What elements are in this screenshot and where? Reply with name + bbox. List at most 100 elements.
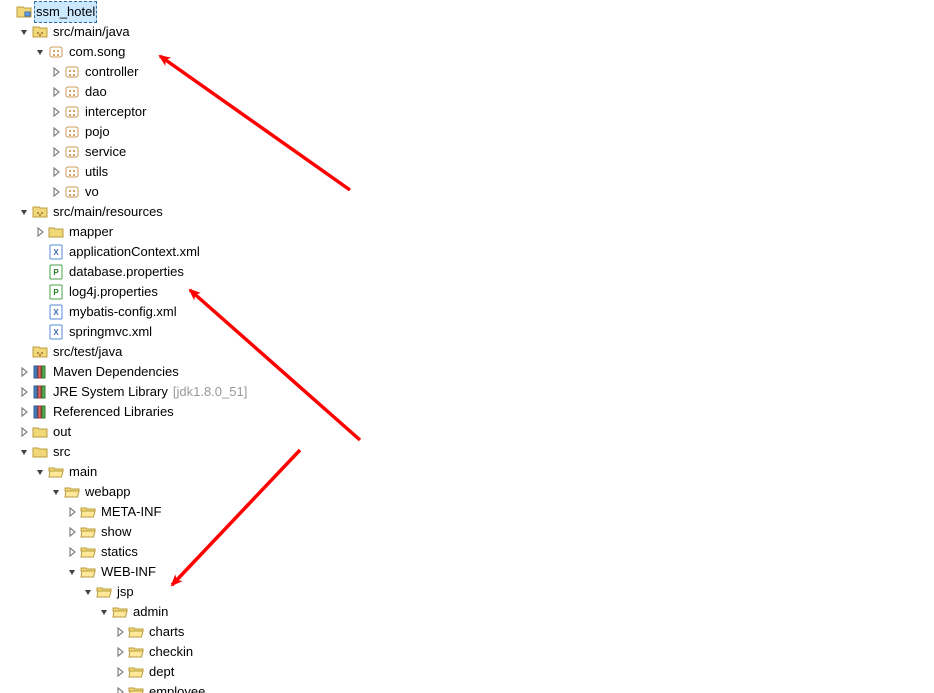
tree-item-label[interactable]: vo [84, 182, 100, 202]
tree-row[interactable]: charts [0, 622, 934, 642]
tree-item-label[interactable]: log4j.properties [68, 282, 159, 302]
expand-arrow-icon[interactable] [48, 102, 64, 122]
tree-row[interactable]: ssm_hotel [0, 2, 934, 22]
tree-row[interactable]: META-INF [0, 502, 934, 522]
tree-row[interactable]: WEB-INF [0, 562, 934, 582]
expand-arrow-icon[interactable] [112, 622, 128, 642]
tree-row[interactable]: utils [0, 162, 934, 182]
tree-item-label[interactable]: charts [148, 622, 185, 642]
tree-row[interactable]: checkin [0, 642, 934, 662]
tree-row[interactable]: src/test/java [0, 342, 934, 362]
tree-item-label[interactable]: springmvc.xml [68, 322, 153, 342]
tree-item-label[interactable]: interceptor [84, 102, 147, 122]
tree-row[interactable]: main [0, 462, 934, 482]
tree-item-label[interactable]: dept [148, 662, 175, 682]
expand-arrow-icon[interactable] [64, 522, 80, 542]
tree-item-label[interactable]: src/main/resources [52, 202, 164, 222]
tree-row[interactable]: Referenced Libraries [0, 402, 934, 422]
expand-arrow-icon[interactable] [48, 182, 64, 202]
expand-arrow-icon[interactable] [48, 142, 64, 162]
tree-item-label[interactable]: utils [84, 162, 109, 182]
tree-item-label[interactable]: controller [84, 62, 139, 82]
tree-row[interactable]: employee [0, 682, 934, 693]
expand-arrow-icon[interactable] [48, 82, 64, 102]
tree-row[interactable]: dept [0, 662, 934, 682]
tree-row[interactable]: XapplicationContext.xml [0, 242, 934, 262]
tree-row[interactable]: Plog4j.properties [0, 282, 934, 302]
tree-row[interactable]: service [0, 142, 934, 162]
expand-arrow-icon[interactable] [48, 162, 64, 182]
tree-item-label[interactable]: src/main/java [52, 22, 131, 42]
tree-row[interactable]: dao [0, 82, 934, 102]
tree-item-label[interactable]: pojo [84, 122, 111, 142]
tree-row[interactable]: src/main/java [0, 22, 934, 42]
tree-row[interactable]: JRE System Library[jdk1.8.0_51] [0, 382, 934, 402]
collapse-arrow-icon[interactable] [16, 202, 32, 222]
collapse-arrow-icon[interactable] [16, 442, 32, 462]
tree-item-label[interactable]: show [100, 522, 132, 542]
expand-arrow-icon[interactable] [64, 542, 80, 562]
tree-row[interactable]: jsp [0, 582, 934, 602]
tree-row[interactable]: statics [0, 542, 934, 562]
tree-item-label[interactable]: WEB-INF [100, 562, 157, 582]
tree-item-label[interactable]: service [84, 142, 127, 162]
tree-item-label[interactable]: ssm_hotel [34, 1, 97, 23]
expand-arrow-icon[interactable] [16, 402, 32, 422]
expand-arrow-icon[interactable] [48, 62, 64, 82]
collapse-arrow-icon[interactable] [80, 582, 96, 602]
tree-row[interactable]: src/main/resources [0, 202, 934, 222]
expand-arrow-icon[interactable] [48, 122, 64, 142]
expand-arrow-icon[interactable] [16, 422, 32, 442]
tree-item-label[interactable]: mybatis-config.xml [68, 302, 178, 322]
expand-arrow-icon[interactable] [64, 502, 80, 522]
tree-item-label[interactable]: Maven Dependencies [52, 362, 180, 382]
tree-row[interactable]: pojo [0, 122, 934, 142]
tree-row[interactable]: controller [0, 62, 934, 82]
tree-row[interactable]: mapper [0, 222, 934, 242]
collapse-arrow-icon[interactable] [32, 42, 48, 62]
tree-item-label[interactable]: dao [84, 82, 108, 102]
tree-item-label[interactable]: out [52, 422, 72, 442]
project-explorer-tree[interactable]: ssm_hotelsrc/main/javacom.songcontroller… [0, 0, 934, 693]
arrow-placeholder [16, 342, 32, 362]
tree-row[interactable]: show [0, 522, 934, 542]
tree-item-label[interactable]: applicationContext.xml [68, 242, 201, 262]
collapse-arrow-icon[interactable] [96, 602, 112, 622]
expand-arrow-icon[interactable] [32, 222, 48, 242]
tree-row[interactable]: Xmybatis-config.xml [0, 302, 934, 322]
tree-item-label[interactable]: mapper [68, 222, 114, 242]
tree-item-label[interactable]: checkin [148, 642, 194, 662]
tree-item-label[interactable]: jsp [116, 582, 135, 602]
tree-row[interactable]: Pdatabase.properties [0, 262, 934, 282]
collapse-arrow-icon[interactable] [16, 22, 32, 42]
tree-item-label[interactable]: com.song [68, 42, 126, 62]
tree-row[interactable]: com.song [0, 42, 934, 62]
tree-row[interactable]: out [0, 422, 934, 442]
tree-row[interactable]: vo [0, 182, 934, 202]
collapse-arrow-icon[interactable] [32, 462, 48, 482]
tree-row[interactable]: Maven Dependencies [0, 362, 934, 382]
tree-item-label[interactable]: admin [132, 602, 169, 622]
tree-item-label[interactable]: database.properties [68, 262, 185, 282]
tree-row[interactable]: admin [0, 602, 934, 622]
expand-arrow-icon[interactable] [112, 662, 128, 682]
tree-item-label[interactable]: JRE System Library [52, 382, 169, 402]
tree-item-label[interactable]: statics [100, 542, 139, 562]
expand-arrow-icon[interactable] [16, 362, 32, 382]
tree-row[interactable]: Xspringmvc.xml [0, 322, 934, 342]
collapse-arrow-icon[interactable] [48, 482, 64, 502]
tree-row[interactable]: src [0, 442, 934, 462]
tree-item-label[interactable]: employee [148, 682, 206, 693]
tree-item-label[interactable]: src/test/java [52, 342, 123, 362]
expand-arrow-icon[interactable] [16, 382, 32, 402]
tree-row[interactable]: webapp [0, 482, 934, 502]
expand-arrow-icon[interactable] [112, 682, 128, 693]
tree-item-label[interactable]: Referenced Libraries [52, 402, 175, 422]
tree-item-label[interactable]: META-INF [100, 502, 162, 522]
tree-row[interactable]: interceptor [0, 102, 934, 122]
tree-item-label[interactable]: main [68, 462, 98, 482]
expand-arrow-icon[interactable] [112, 642, 128, 662]
collapse-arrow-icon[interactable] [64, 562, 80, 582]
tree-item-label[interactable]: webapp [84, 482, 132, 502]
tree-item-label[interactable]: src [52, 442, 71, 462]
